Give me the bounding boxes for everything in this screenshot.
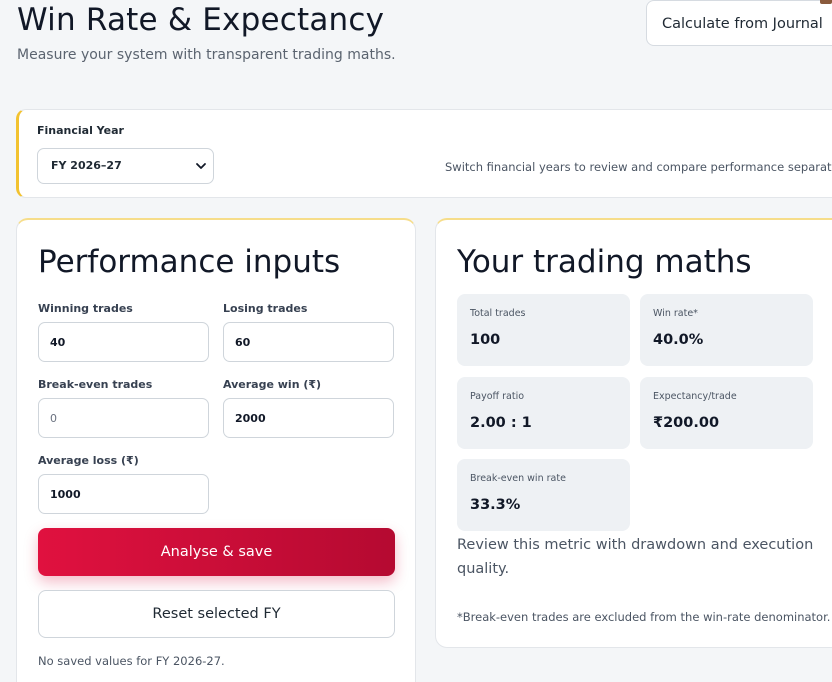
financial-year-label: Financial Year: [37, 124, 124, 137]
page-subtitle: Measure your system with transparent tra…: [17, 47, 396, 63]
metric-win-rate: Win rate* 40.0%: [640, 294, 813, 366]
save-status-text: No saved values for FY 2026-27.: [38, 654, 225, 668]
metric-label: Total trades: [470, 308, 526, 319]
metric-label: Win rate*: [653, 308, 698, 319]
metric-value: 40.0%: [653, 332, 704, 348]
performance-inputs-heading: Performance inputs: [38, 244, 341, 280]
average-loss-input[interactable]: [38, 474, 209, 514]
metric-label: Expectancy/trade: [653, 391, 737, 402]
chevron-down-icon: [196, 163, 206, 169]
financial-year-hint: Switch financial years to review and com…: [445, 160, 832, 174]
winning-trades-input[interactable]: [38, 322, 209, 362]
metric-payoff-ratio: Payoff ratio 2.00 : 1: [457, 377, 630, 449]
metric-value: 2.00 : 1: [470, 415, 532, 431]
page: Win Rate & Expectancy Measure your syste…: [0, 0, 832, 682]
losing-trades-input[interactable]: [223, 322, 394, 362]
metric-value: 100: [470, 332, 501, 348]
financial-year-card: Financial Year FY 2026–27 Switch financi…: [16, 109, 832, 198]
analyse-save-button[interactable]: Analyse & save: [38, 528, 395, 576]
winning-trades-label: Winning trades: [38, 302, 133, 315]
average-win-input[interactable]: [223, 398, 394, 438]
trading-maths-card: Your trading maths Total trades 100 Win …: [435, 218, 832, 648]
metric-label: Payoff ratio: [470, 391, 525, 402]
metric-expectancy: Expectancy/trade ₹200.00: [640, 377, 813, 449]
losing-trades-label: Losing trades: [223, 302, 308, 315]
calculate-from-journal-button[interactable]: Calculate from Journal: [646, 0, 832, 46]
average-win-label: Average win (₹): [223, 378, 322, 391]
win-rate-footnote: *Break-even trades are excluded from the…: [457, 610, 831, 624]
performance-inputs-card: Performance inputs Winning trades Losing…: [16, 218, 416, 682]
metric-breakeven-win-rate: Break-even win rate 33.3%: [457, 459, 630, 531]
metric-value: 33.3%: [470, 497, 521, 513]
trading-maths-heading: Your trading maths: [457, 244, 752, 280]
avatar[interactable]: [820, 0, 832, 4]
breakeven-trades-input[interactable]: [38, 398, 209, 438]
metric-label: Break-even win rate: [470, 473, 566, 484]
financial-year-select[interactable]: FY 2026–27: [37, 148, 214, 184]
metric-total-trades: Total trades 100: [457, 294, 630, 366]
financial-year-selected-value: FY 2026–27: [51, 159, 122, 172]
reset-selected-fy-button[interactable]: Reset selected FY: [38, 590, 395, 638]
page-title: Win Rate & Expectancy: [17, 2, 385, 38]
review-note: Review this metric with drawdown and exe…: [457, 537, 814, 577]
breakeven-trades-label: Break-even trades: [38, 378, 153, 391]
metric-value: ₹200.00: [653, 415, 720, 431]
average-loss-label: Average loss (₹): [38, 454, 139, 467]
